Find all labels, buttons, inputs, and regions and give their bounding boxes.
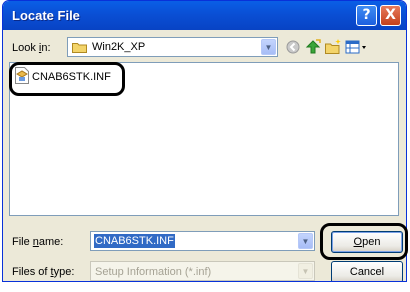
view-menu-icon[interactable] <box>344 38 368 56</box>
window-title: Locate File <box>12 8 80 23</box>
file-name-value: CNAB6STK.INF <box>94 234 175 248</box>
file-callout-highlight <box>9 62 125 96</box>
back-icon[interactable] <box>284 38 302 56</box>
files-of-type-dropdown[interactable]: Setup Information (*.inf) ▼ <box>90 261 315 281</box>
file-name-input[interactable]: CNAB6STK.INF ▼ <box>90 231 315 251</box>
folder-icon <box>72 43 87 53</box>
look-in-value: Win2K_XP <box>92 41 146 53</box>
files-of-type-value: Setup Information (*.inf) <box>95 266 212 278</box>
open-button-callout-highlight <box>320 223 408 260</box>
new-folder-icon[interactable] <box>324 38 342 56</box>
chevron-down-icon[interactable]: ▼ <box>298 233 313 249</box>
file-name-label: File name: <box>12 236 64 248</box>
close-button[interactable]: X <box>380 5 401 26</box>
chevron-down-icon[interactable]: ▼ <box>261 39 276 55</box>
help-button[interactable]: ? <box>356 5 377 26</box>
look-in-dropdown[interactable]: Win2K_XP ▼ <box>67 37 278 57</box>
up-folder-icon[interactable] <box>304 38 322 56</box>
cancel-button[interactable]: Cancel <box>331 261 403 281</box>
look-in-label: Look in: <box>12 42 51 54</box>
chevron-down-icon: ▼ <box>298 263 313 279</box>
files-of-type-label: Files of type: <box>12 266 75 278</box>
title-bar: Locate File ? X <box>3 1 406 30</box>
